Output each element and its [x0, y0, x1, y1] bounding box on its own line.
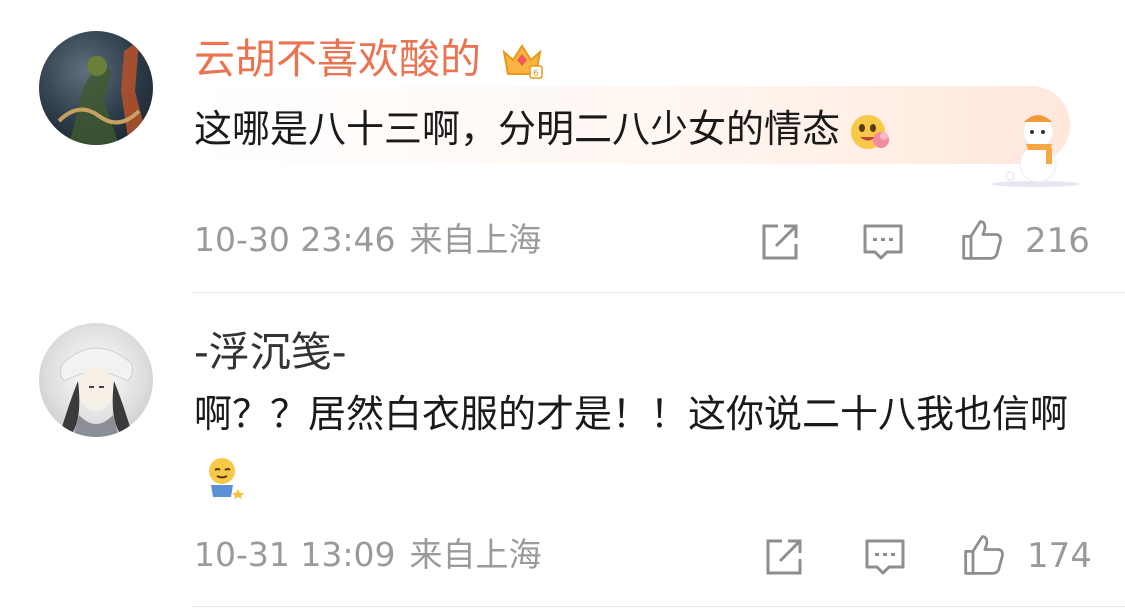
crown-icon: 6 — [502, 44, 543, 79]
like-count: 174 — [1027, 536, 1092, 576]
emoji-icon — [209, 457, 244, 499]
avatar-art-icon — [57, 41, 149, 145]
comment-meta: 10-31 13:09 来自上海 — [194, 538, 541, 571]
snowman-icon — [991, 115, 1079, 187]
timestamp: 10-31 13:09 — [194, 535, 396, 574]
comment-item: -浮沉笺- 啊？？居然白衣服的才是！！这你说二十八我也信啊 10-31 13:0… — [0, 292, 1125, 615]
like-icon[interactable] — [960, 218, 1004, 262]
comment-text-content: 啊？？居然白衣服的才是！！这你说二十八我也信啊 — [194, 392, 1069, 436]
comment-icon[interactable] — [863, 535, 907, 579]
like-count: 216 — [1025, 221, 1090, 261]
timestamp: 10-30 23:46 — [194, 220, 396, 259]
comment-item: 云胡不喜欢酸的 6 这哪是八十三啊，分明二八少女的情态 10-30 23:46 来… — [0, 0, 1125, 292]
location: 来自上海 — [409, 220, 542, 259]
comment-icon[interactable] — [861, 220, 905, 264]
emoji-icon — [851, 114, 890, 149]
avatar[interactable] — [39, 323, 153, 437]
svg-text:6: 6 — [533, 69, 539, 79]
comment-text-content: 这哪是八十三啊，分明二八少女的情态 — [194, 107, 841, 151]
comment-text: 啊？？居然白衣服的才是！！这你说二十八我也信啊 — [194, 384, 1074, 504]
username[interactable]: -浮沉笺- — [194, 332, 347, 373]
avatar[interactable] — [39, 31, 153, 145]
username[interactable]: 云胡不喜欢酸的 — [194, 39, 481, 80]
location: 来自上海 — [409, 535, 542, 574]
repost-icon[interactable] — [762, 535, 806, 579]
divider — [192, 606, 1125, 607]
like-icon[interactable] — [962, 533, 1006, 577]
comment-text: 这哪是八十三啊，分明二八少女的情态 — [194, 99, 1074, 159]
repost-icon[interactable] — [758, 220, 802, 264]
avatar-art-icon — [59, 347, 133, 437]
comment-meta: 10-30 23:46 来自上海 — [194, 223, 541, 256]
